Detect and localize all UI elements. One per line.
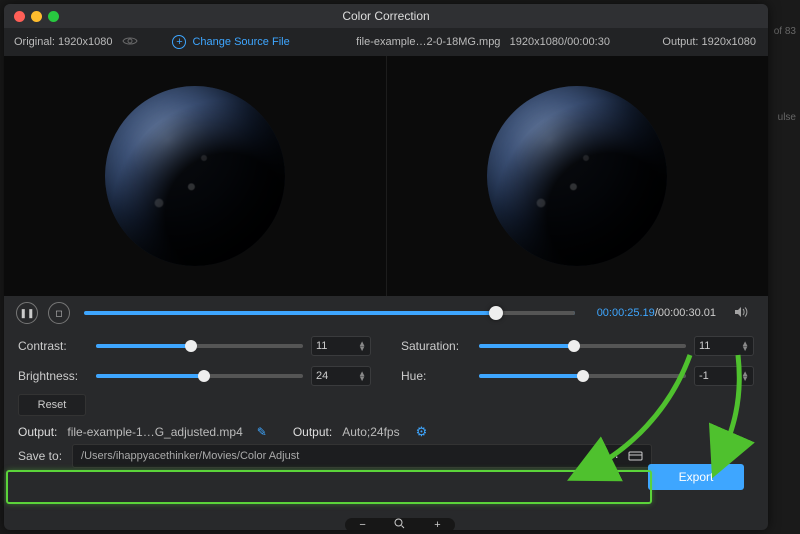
saturation-row: Saturation: 11▲▼ bbox=[401, 336, 754, 356]
browse-path-button[interactable]: ··· bbox=[603, 448, 620, 464]
reset-button[interactable]: Reset bbox=[18, 394, 86, 416]
contrast-label: Contrast: bbox=[18, 339, 88, 353]
zoom-out-button[interactable]: − bbox=[359, 519, 365, 531]
output-format-label: Output: bbox=[293, 425, 332, 439]
volume-icon[interactable] bbox=[734, 306, 748, 321]
timecode: 00:00:25.19/00:00:30.01 bbox=[597, 307, 716, 319]
output-format-value: Auto;24fps bbox=[342, 425, 399, 439]
contrast-stepper[interactable]: ▲▼ bbox=[358, 341, 366, 351]
earth-image bbox=[487, 86, 667, 266]
progress-thumb[interactable] bbox=[489, 306, 503, 320]
save-path: /Users/ihappyacethinker/Movies/Color Adj… bbox=[81, 450, 595, 462]
brightness-label: Brightness: bbox=[18, 369, 88, 383]
slider-col-right: Saturation: 11▲▼ Hue: -1▲▼ bbox=[401, 336, 754, 386]
output-res: Output: 1920x1080 bbox=[662, 36, 756, 48]
brightness-stepper[interactable]: ▲▼ bbox=[358, 371, 366, 381]
hue-stepper[interactable]: ▲▼ bbox=[741, 371, 749, 381]
color-correction-window: Color Correction Original: 1920x1080 + C… bbox=[4, 4, 768, 530]
brightness-slider[interactable] bbox=[96, 374, 303, 378]
preview-original bbox=[4, 56, 386, 296]
titlebar: Color Correction bbox=[4, 4, 768, 28]
contrast-value[interactable]: 11▲▼ bbox=[311, 336, 371, 356]
output-settings-icon[interactable]: ⚙ bbox=[416, 424, 428, 440]
saturation-slider[interactable] bbox=[479, 344, 686, 348]
earth-image bbox=[105, 86, 285, 266]
playback-row: ❚❚ ◻ 00:00:25.19/00:00:30.01 bbox=[4, 296, 768, 330]
open-folder-icon[interactable] bbox=[628, 449, 643, 464]
slider-col-left: Contrast: 11▲▼ Brightness: 24▲▼ bbox=[18, 336, 371, 386]
stop-button[interactable]: ◻ bbox=[48, 302, 70, 324]
brightness-value[interactable]: 24▲▼ bbox=[311, 366, 371, 386]
background-text-2: ulse bbox=[778, 112, 796, 123]
edit-filename-icon[interactable]: ✎ bbox=[257, 425, 267, 439]
preview-toggle-icon[interactable] bbox=[122, 36, 138, 49]
info-bar: Original: 1920x1080 + Change Source File… bbox=[4, 28, 768, 56]
saturation-label: Saturation: bbox=[401, 339, 471, 353]
brightness-row: Brightness: 24▲▼ bbox=[18, 366, 371, 386]
file-info: file-example…2-0-18MG.mpg 1920x1080/00:0… bbox=[304, 36, 663, 48]
background-text-1: of 83 bbox=[774, 26, 796, 37]
contrast-row: Contrast: 11▲▼ bbox=[18, 336, 371, 356]
output-filename-label: Output: bbox=[18, 425, 57, 439]
output-filename: file-example-1…G_adjusted.mp4 bbox=[67, 425, 242, 439]
saturation-value[interactable]: 11▲▼ bbox=[694, 336, 754, 356]
zoom-icon[interactable] bbox=[394, 518, 405, 532]
window-title: Color Correction bbox=[4, 9, 768, 23]
saturation-stepper[interactable]: ▲▼ bbox=[741, 341, 749, 351]
save-label: Save to: bbox=[18, 449, 62, 463]
change-source-button[interactable]: + Change Source File bbox=[172, 35, 289, 49]
hue-row: Hue: -1▲▼ bbox=[401, 366, 754, 386]
output-settings-row: Output: file-example-1…G_adjusted.mp4 ✎ … bbox=[4, 416, 768, 444]
original-label: Original: 1920x1080 bbox=[14, 36, 112, 48]
pause-button[interactable]: ❚❚ bbox=[16, 302, 38, 324]
hue-slider[interactable] bbox=[479, 374, 686, 378]
change-source-label: Change Source File bbox=[192, 36, 289, 48]
plus-icon: + bbox=[172, 35, 186, 49]
save-path-box: /Users/ihappyacethinker/Movies/Color Adj… bbox=[72, 444, 652, 468]
hue-value[interactable]: -1▲▼ bbox=[694, 366, 754, 386]
adjustment-panel: Contrast: 11▲▼ Brightness: 24▲▼ Saturati… bbox=[4, 330, 768, 388]
zoom-toolbar: − + bbox=[345, 518, 455, 532]
contrast-slider[interactable] bbox=[96, 344, 303, 348]
preview-adjusted bbox=[386, 56, 769, 296]
export-button[interactable]: Export bbox=[648, 464, 744, 490]
hue-label: Hue: bbox=[401, 369, 471, 383]
progress-bar[interactable] bbox=[84, 311, 575, 315]
preview-area bbox=[4, 56, 768, 296]
zoom-in-button[interactable]: + bbox=[434, 519, 440, 531]
